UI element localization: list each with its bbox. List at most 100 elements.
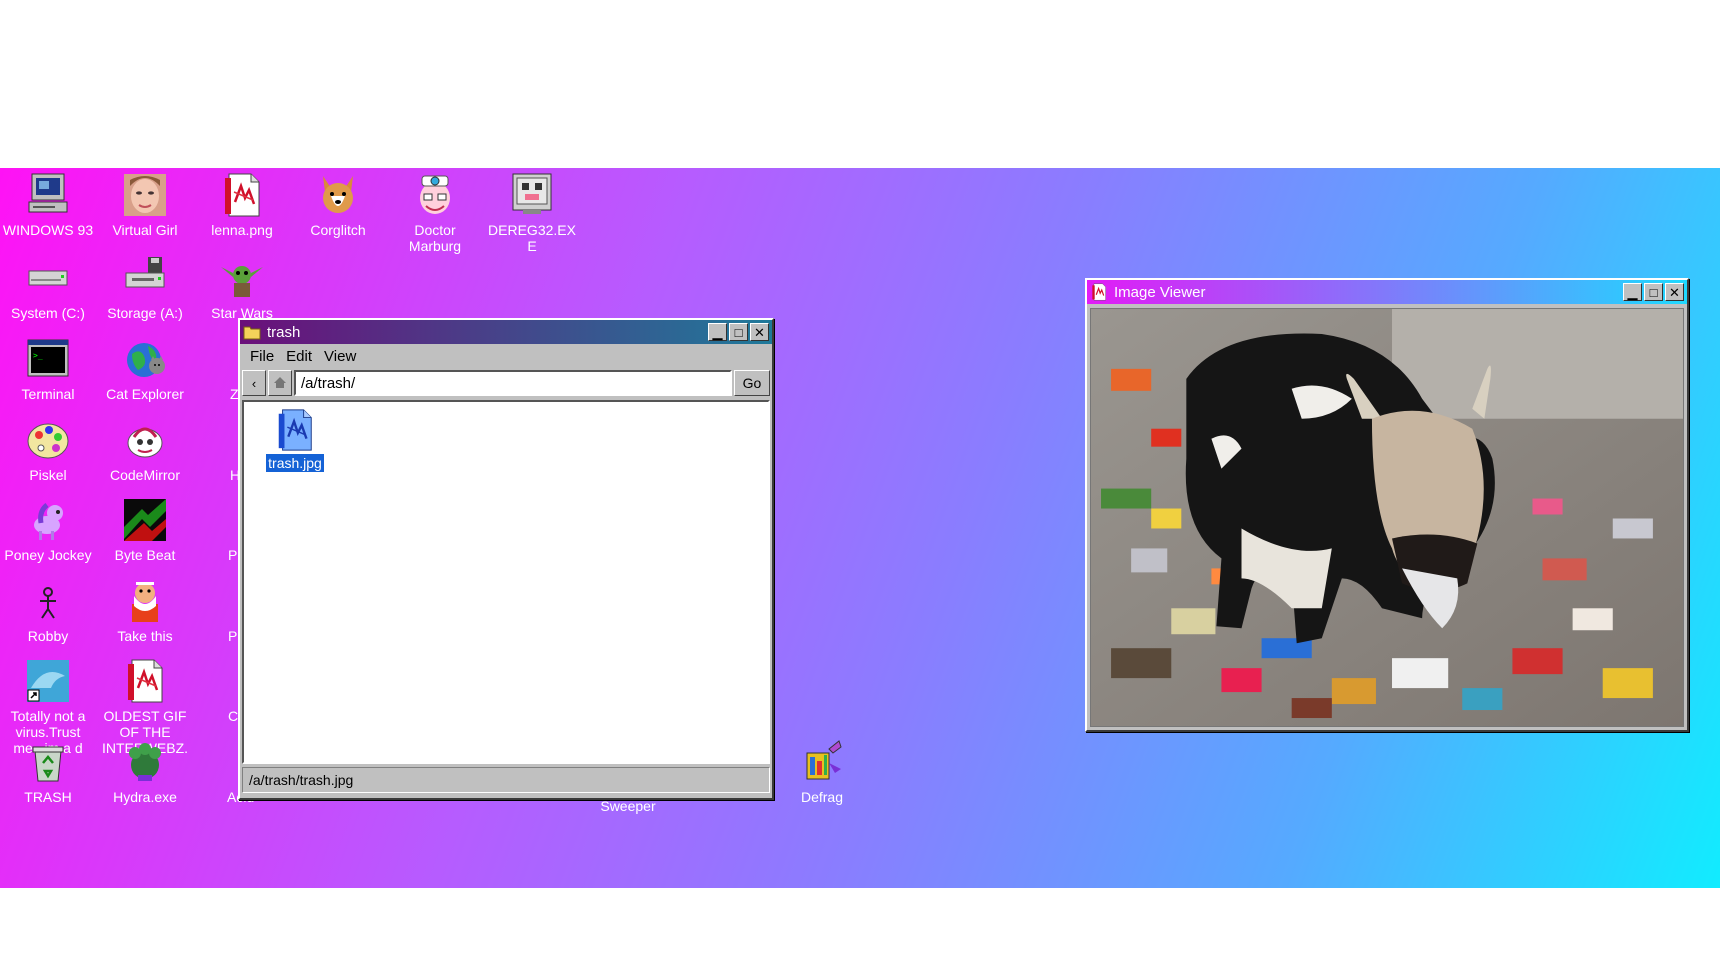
close-button[interactable]: ✕ <box>750 323 769 341</box>
desktop-icon-lenna[interactable]: lenna.png <box>194 172 290 238</box>
desktop-icon-defrag[interactable]: Defrag <box>774 739 870 805</box>
pony-icon <box>25 497 71 543</box>
close-button[interactable]: ✕ <box>1665 283 1684 301</box>
close-icon: ✕ <box>754 324 765 340</box>
desktop-icon-label: Storage (A:) <box>107 305 183 321</box>
desktop: WINDOWS 93 System (C:) >_ Terminal Piske… <box>0 168 1720 888</box>
minimize-button[interactable]: ▁ <box>708 323 727 341</box>
menu-view[interactable]: View <box>318 346 362 367</box>
old-man-icon <box>122 578 168 624</box>
desktop-icon-dereg32[interactable]: DEREG32.EXE <box>484 172 580 254</box>
desktop-icon-virtual-girl[interactable]: Virtual Girl <box>97 172 193 238</box>
desktop-icon-byte-beat[interactable]: Byte Beat <box>97 497 193 563</box>
desktop-icon-take-this[interactable]: Take this <box>97 578 193 644</box>
path-input[interactable] <box>294 370 732 396</box>
maximize-icon: □ <box>1649 284 1658 300</box>
desktop-icon-label: Robby <box>27 628 69 644</box>
dolphin-icon <box>25 658 71 704</box>
floppy-drive-icon <box>122 255 168 301</box>
stick-figure-icon <box>25 578 71 624</box>
file-item-trash-jpg[interactable]: trash.jpg <box>260 408 330 473</box>
desktop-icon-label: Sweeper <box>600 798 656 814</box>
image-viewer-title: Image Viewer <box>1114 283 1206 301</box>
desktop-icon-label: System (C:) <box>11 305 85 321</box>
desktop-icon-label: Take this <box>117 628 173 644</box>
desktop-icon-doctor-marburg[interactable]: Doctor Marburg <box>387 172 483 254</box>
chevron-left-icon: ‹ <box>251 375 257 391</box>
menu-file[interactable]: File <box>244 346 280 367</box>
desktop-icon-label: Piskel <box>29 467 67 483</box>
image-file-icon <box>219 172 265 218</box>
maximize-icon: □ <box>734 324 743 340</box>
hydra-icon <box>122 739 168 785</box>
yoda-icon <box>219 255 265 301</box>
svg-text:>_: >_ <box>33 351 43 360</box>
image-file-icon <box>1090 283 1108 301</box>
back-button[interactable]: ‹ <box>242 370 266 396</box>
desktop-icon-corglitch[interactable]: Corglitch <box>290 172 386 238</box>
desktop-icon-cat-explorer[interactable]: Cat Explorer <box>97 336 193 402</box>
globe-cat-icon <box>122 336 168 382</box>
desktop-icon-sweeper[interactable]: Sweeper <box>580 798 676 814</box>
displayed-image <box>1090 308 1684 727</box>
desktop-icon-terminal[interactable]: >_ Terminal <box>0 336 96 402</box>
desktop-icon-label: Byte Beat <box>114 547 176 563</box>
desktop-icon-label: Corglitch <box>310 222 366 238</box>
codemirror-icon <box>122 417 168 463</box>
desktop-icon-codemirror[interactable]: CodeMirror <box>97 417 193 483</box>
image-file-icon <box>273 408 317 452</box>
home-button[interactable] <box>268 370 292 396</box>
address-toolbar: ‹ Go <box>240 369 772 400</box>
status-bar: /a/trash/trash.jpg <box>242 767 770 793</box>
desktop-icon-system-c[interactable]: System (C:) <box>0 255 96 321</box>
desktop-icon-label: CodeMirror <box>109 467 180 483</box>
desktop-icon-robby[interactable]: Robby <box>0 578 96 644</box>
face-icon <box>122 172 168 218</box>
minimize-icon: ▁ <box>1627 284 1638 300</box>
desktop-icon-poney-jockey[interactable]: Poney Jockey <box>0 497 96 563</box>
trash-window-titlebar[interactable]: trash ▁ □ ✕ <box>240 320 772 344</box>
recycle-bin-icon <box>25 739 71 785</box>
desktop-icon-hydra[interactable]: Hydra.exe <box>97 739 193 805</box>
trash-window[interactable]: trash ▁ □ ✕ File Edit View ‹ Go <box>238 318 774 800</box>
bytebeat-icon <box>122 497 168 543</box>
image-viewer-window[interactable]: Image Viewer ▁ □ ✕ <box>1085 278 1689 732</box>
desktop-icon-label: Defrag <box>800 789 844 805</box>
menu-bar: File Edit View <box>240 344 772 369</box>
desktop-icon-label: DEREG32.EXE <box>488 222 576 254</box>
drive-icon <box>25 255 71 301</box>
corgi-icon <box>315 172 361 218</box>
folder-icon <box>243 323 261 341</box>
trash-window-title: trash <box>267 323 301 341</box>
doctor-icon <box>412 172 458 218</box>
terminal-icon: >_ <box>25 336 71 382</box>
desktop-icon-label: Cat Explorer <box>106 386 184 402</box>
desktop-icon-label: Doctor Marburg <box>408 222 462 254</box>
desktop-icon-label: TRASH <box>24 789 72 805</box>
maximize-button[interactable]: □ <box>729 323 748 341</box>
desktop-icon-label: lenna.png <box>211 222 273 238</box>
home-icon <box>273 375 287 392</box>
computer-icon <box>25 172 71 218</box>
desktop-icon-trash[interactable]: TRASH <box>0 739 96 805</box>
file-item-label: trash.jpg <box>265 453 325 473</box>
desktop-icon-label: Terminal <box>21 386 75 402</box>
desktop-icon-storage-a[interactable]: Storage (A:) <box>97 255 193 321</box>
file-list-pane[interactable]: trash.jpg <box>242 400 770 764</box>
menu-edit[interactable]: Edit <box>280 346 318 367</box>
minimize-button[interactable]: ▁ <box>1623 283 1642 301</box>
close-icon: ✕ <box>1669 284 1680 300</box>
image-file-icon <box>122 658 168 704</box>
robot-monitor-icon <box>509 172 555 218</box>
go-button[interactable]: Go <box>734 370 770 396</box>
desktop-icon-star-wars[interactable]: Star Wars <box>194 255 290 321</box>
desktop-icon-label: Hydra.exe <box>113 789 177 805</box>
maximize-button[interactable]: □ <box>1644 283 1663 301</box>
desktop-icon-label: Poney Jockey <box>4 547 92 563</box>
desktop-icon-label: WINDOWS 93 <box>2 222 94 238</box>
palette-icon <box>25 417 71 463</box>
desktop-icon-piskel[interactable]: Piskel <box>0 417 96 483</box>
desktop-icon-windows93[interactable]: WINDOWS 93 <box>0 172 96 238</box>
image-viewer-titlebar[interactable]: Image Viewer ▁ □ ✕ <box>1087 280 1687 304</box>
status-text: /a/trash/trash.jpg <box>249 772 354 788</box>
